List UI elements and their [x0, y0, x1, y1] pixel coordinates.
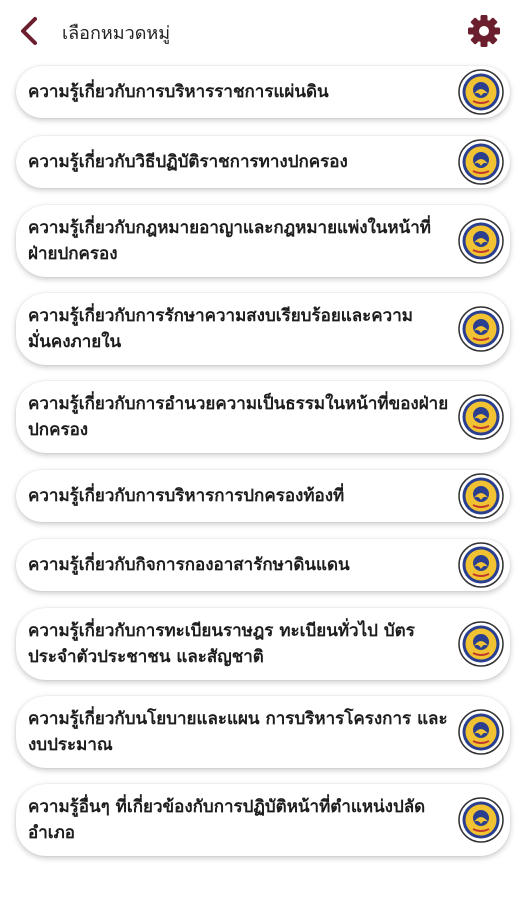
category-item[interactable]: ความรู้อื่นๆ ที่เกี่ยวข้องกับการปฏิบัติห…: [16, 784, 510, 856]
dopa-emblem-icon: [458, 394, 504, 440]
category-label: ความรู้เกี่ยวกับการทะเบียนราษฎร ทะเบียนท…: [28, 621, 415, 667]
category-label: ความรู้เกี่ยวกับการอำนวยความเป็นธรรมในหน…: [28, 394, 449, 440]
category-label: ความรู้อื่นๆ ที่เกี่ยวข้องกับการปฏิบัติห…: [28, 797, 426, 843]
category-label: ความรู้เกี่ยวกับกิจการกองอาสารักษาดินแดน: [28, 555, 350, 575]
category-item[interactable]: ความรู้เกี่ยวกับการอำนวยความเป็นธรรมในหน…: [16, 381, 510, 453]
settings-button[interactable]: [466, 13, 502, 49]
category-label: ความรู้เกี่ยวกับวิธีปฏิบัติราชการทางปกคร…: [28, 152, 348, 172]
category-item[interactable]: ความรู้เกี่ยวกับกฎหมายอาญาและกฎหมายแพ่งใ…: [16, 205, 510, 277]
category-label: ความรู้เกี่ยวกับการรักษาความสงบเรียบร้อย…: [28, 306, 413, 352]
category-item[interactable]: ความรู้เกี่ยวกับการรักษาความสงบเรียบร้อย…: [16, 293, 510, 365]
dopa-emblem-icon: [458, 542, 504, 588]
top-app-bar: เลือกหมวดหมู่: [0, 0, 526, 62]
back-button[interactable]: [14, 14, 44, 48]
category-item[interactable]: ความรู้เกี่ยวกับวิธีปฏิบัติราชการทางปกคร…: [16, 136, 510, 188]
chevron-left-icon: [21, 17, 37, 45]
category-item[interactable]: ความรู้เกี่ยวกับการบริหารราชการแผ่นดิน: [16, 66, 510, 118]
category-label: ความรู้เกี่ยวกับการบริหารราชการแผ่นดิน: [28, 82, 329, 102]
dopa-emblem-icon: [458, 69, 504, 115]
category-item[interactable]: ความรู้เกี่ยวกับกิจการกองอาสารักษาดินแดน: [16, 539, 510, 591]
dopa-emblem-icon: [458, 306, 504, 352]
gear-icon: [468, 15, 500, 47]
category-label: ความรู้เกี่ยวกับกฎหมายอาญาและกฎหมายแพ่งใ…: [28, 218, 432, 264]
category-item[interactable]: ความรู้เกี่ยวกับการทะเบียนราษฎร ทะเบียนท…: [16, 608, 510, 680]
category-item[interactable]: ความรู้เกี่ยวกับนโยบายและแผน การบริหารโค…: [16, 696, 510, 768]
category-label: ความรู้เกี่ยวกับนโยบายและแผน การบริหารโค…: [28, 709, 448, 755]
dopa-emblem-icon: [458, 139, 504, 185]
category-item[interactable]: ความรู้เกี่ยวกับการบริหารการปกครองท้องที…: [16, 470, 510, 522]
dopa-emblem-icon: [458, 621, 504, 667]
dopa-emblem-icon: [458, 218, 504, 264]
dopa-emblem-icon: [458, 797, 504, 843]
dopa-emblem-icon: [458, 473, 504, 519]
dopa-emblem-icon: [458, 709, 504, 755]
category-label: ความรู้เกี่ยวกับการบริหารการปกครองท้องที…: [28, 486, 345, 506]
page-title: เลือกหมวดหมู่: [62, 23, 171, 44]
